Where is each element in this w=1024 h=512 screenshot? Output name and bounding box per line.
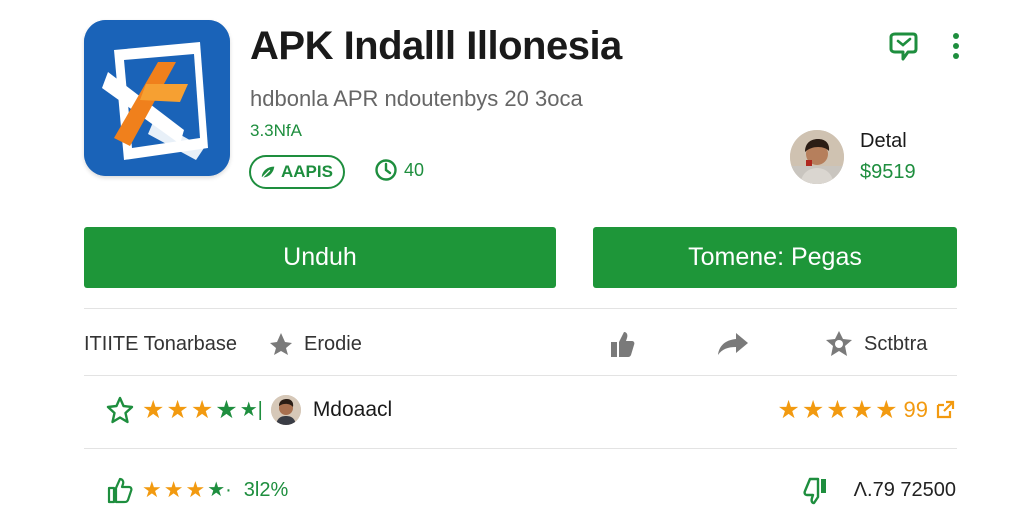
editor-text: Erodie	[304, 332, 362, 355]
secondary-action-button[interactable]: Tomene: Pegas	[593, 227, 957, 288]
like-button[interactable]	[608, 326, 636, 362]
thumb-down-icon[interactable]	[802, 475, 830, 505]
star-icon: ★	[215, 395, 238, 424]
more-options-button[interactable]	[938, 28, 974, 64]
award-icon	[826, 331, 852, 356]
divider	[84, 308, 957, 309]
review-stars: ★ ★ ★ ★ ★|	[142, 395, 263, 424]
star-icon: ★	[142, 477, 162, 502]
star-icon: ★	[163, 477, 184, 502]
divider	[84, 448, 957, 449]
star-icon: ★	[850, 395, 874, 424]
category-label: ITIITE Tonarbase	[84, 326, 237, 362]
thumb-up-icon	[611, 332, 635, 357]
developer-avatar[interactable]	[790, 130, 844, 184]
clock-icon	[375, 159, 397, 181]
review-stars: ★ ★ ★ ★·	[142, 479, 232, 501]
review-percent: 3l2%	[243, 478, 289, 501]
star-icon: ★	[166, 395, 189, 424]
app-logo-icon	[84, 20, 230, 176]
review-score: 99	[903, 397, 928, 422]
install-count: Λ.79 72500	[853, 478, 956, 501]
share-icon	[718, 333, 748, 355]
download-button[interactable]: Unduh	[84, 227, 556, 288]
star-half-icon: ★|	[239, 399, 263, 421]
thumb-up-outline-icon[interactable]	[106, 476, 134, 504]
editor-link[interactable]: Erodie	[268, 326, 362, 362]
review-score-stars: ★ ★ ★ ★ ★	[777, 395, 898, 424]
star-icon: ★	[142, 395, 165, 424]
leaf-icon	[261, 166, 275, 179]
meta-row: ITIITE Tonarbase Erodie Sctbtra	[84, 326, 957, 362]
star-icon: ★	[777, 395, 800, 424]
star-outline-icon[interactable]	[106, 396, 134, 424]
rating-count: 40	[374, 158, 424, 182]
app-tag-badge[interactable]: AAPIS	[249, 155, 345, 189]
wishlist-icon	[889, 32, 918, 61]
badge-link[interactable]: Sctbtra	[824, 326, 927, 362]
star-icon: ★	[875, 395, 898, 424]
app-size: 3.3NfA	[250, 121, 302, 140]
reviewer-avatar	[270, 395, 301, 425]
pin-icon	[270, 333, 292, 355]
share-button[interactable]	[716, 326, 750, 362]
divider	[84, 375, 957, 376]
open-external-icon[interactable]	[934, 399, 956, 421]
app-subtitle: hdbonla APR ndoutenbys 20 3oca	[250, 86, 583, 111]
star-icon: ★	[826, 395, 849, 424]
developer-price: $9519	[860, 161, 916, 183]
star-half-icon: ★·	[207, 479, 232, 501]
star-icon: ★	[185, 477, 206, 502]
app-title: APK Indalll Illonesia	[250, 24, 622, 68]
review-row: ★ ★ ★ ★· 3l2% Λ.79 72500	[106, 470, 956, 510]
star-icon: ★	[190, 395, 214, 424]
developer-label: Detal	[860, 130, 907, 152]
category-text: ITIITE Tonarbase	[84, 332, 238, 355]
badge-link-text: Sctbtra	[864, 332, 928, 355]
star-icon: ★	[801, 395, 825, 424]
badge-label: AAPIS	[281, 162, 333, 181]
more-vert-icon	[953, 33, 959, 59]
review-row: ★ ★ ★ ★ ★| Mdoaacl ★ ★ ★ ★ ★ 99	[106, 390, 956, 430]
reviewer-name: Mdoaacl	[312, 398, 393, 421]
wishlist-button[interactable]	[886, 28, 922, 64]
rating-count-value: 40	[404, 159, 425, 180]
